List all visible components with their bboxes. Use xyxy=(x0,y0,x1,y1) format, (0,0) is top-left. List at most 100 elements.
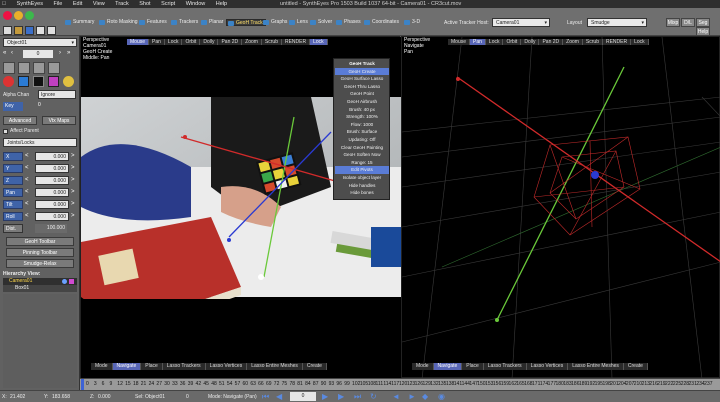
step-last-icon[interactable]: » xyxy=(67,50,70,56)
key-icon[interactable]: ◆ xyxy=(422,392,428,401)
smudge-relax-button[interactable]: Smudge-Relax xyxy=(6,259,74,268)
advanced-button[interactable]: Advanced xyxy=(3,116,37,125)
play-icon[interactable]: ▶ xyxy=(322,392,328,401)
step-forward-icon[interactable]: › xyxy=(59,50,61,56)
tab-pan2d[interactable]: Pan 2D xyxy=(539,39,564,45)
room-roto[interactable]: Roto Masking xyxy=(98,19,140,26)
menu-item-hide-bones[interactable]: Hide bones xyxy=(335,189,389,197)
decrease-icon[interactable]: < xyxy=(25,188,33,197)
menu-item-updating[interactable]: Updating: Off xyxy=(335,136,389,144)
alpha-channel-select[interactable]: Ignore xyxy=(38,90,76,99)
color-icon[interactable] xyxy=(48,76,59,87)
room-solver[interactable]: Solver xyxy=(309,19,334,26)
room-coordinates[interactable]: Coordinates xyxy=(363,19,401,26)
zoom-window-icon[interactable] xyxy=(25,11,34,20)
frame-value[interactable]: 0 xyxy=(23,50,53,58)
tab-render[interactable]: RENDER xyxy=(282,39,311,45)
menu-item-edit-pivots[interactable]: Edit Pivots xyxy=(335,166,389,174)
tree-item-box[interactable]: Box01 xyxy=(3,285,77,292)
tab-pan2d[interactable]: Pan 2D xyxy=(218,39,243,45)
tab-zoom[interactable]: Zoom xyxy=(242,39,262,45)
step-back-icon[interactable]: ‹ xyxy=(11,50,13,56)
menu-view[interactable]: View xyxy=(93,1,105,7)
mode-lasso-meshes[interactable]: Lasso Entire Meshes xyxy=(247,363,303,370)
mode-lasso-trackers[interactable]: Lasso Trackers xyxy=(163,363,206,370)
mode-navigate[interactable]: Navigate xyxy=(433,363,463,370)
object-select[interactable]: Object01 ▾ xyxy=(3,38,77,47)
menu-item-surface-lasso[interactable]: GeoH Surface Lasso xyxy=(335,75,389,83)
tab-mouse[interactable]: Mouse xyxy=(127,39,150,45)
seg-button[interactable]: Seg xyxy=(696,18,710,27)
menu-edit[interactable]: Edit xyxy=(73,1,82,7)
light-icon[interactable] xyxy=(63,76,74,87)
tab-scrub[interactable]: Scrub xyxy=(262,39,282,45)
tab-mouse[interactable]: Mouse xyxy=(448,39,471,45)
increase-icon[interactable]: > xyxy=(71,188,77,197)
menu-help[interactable]: Help xyxy=(216,1,227,7)
menu-item-brush-surface[interactable]: Brush: Surface xyxy=(335,128,389,136)
move-tool-icon[interactable] xyxy=(3,62,15,74)
playhead[interactable] xyxy=(81,379,84,390)
mode-lasso-trackers[interactable]: Lasso Trackers xyxy=(484,363,527,370)
key-prev-icon[interactable]: ◄ xyxy=(392,392,400,401)
mode-navigate[interactable]: Navigate xyxy=(112,363,142,370)
tab-dolly[interactable]: Dolly xyxy=(200,39,219,45)
increase-icon[interactable]: > xyxy=(71,152,77,161)
delete-icon[interactable] xyxy=(3,76,14,87)
current-frame-input[interactable]: 0 xyxy=(290,392,316,401)
axis-key[interactable]: Y xyxy=(3,164,23,173)
axis-key[interactable]: Z xyxy=(3,176,23,185)
new-file-icon[interactable] xyxy=(3,26,12,35)
axis-value[interactable]: 0.000 xyxy=(35,188,69,197)
pinning-toolbar-button[interactable]: Pinning Toolbar xyxy=(6,248,74,257)
increase-icon[interactable]: > xyxy=(71,164,77,173)
axis-key[interactable]: X xyxy=(3,152,23,161)
axis-value[interactable]: 0.000 xyxy=(35,164,69,173)
close-window-icon[interactable] xyxy=(3,11,12,20)
tab-lock[interactable]: Lock xyxy=(165,39,183,45)
mixp-button[interactable]: Mixp xyxy=(666,18,680,27)
key-button[interactable]: Key xyxy=(3,102,23,111)
tab-lock-2[interactable]: Lock xyxy=(631,39,649,45)
room-geotrack[interactable]: GeoH Track xyxy=(226,19,266,26)
minimize-window-icon[interactable] xyxy=(14,11,23,20)
room-phases[interactable]: Phases xyxy=(335,19,363,26)
affect-parent-checkbox[interactable] xyxy=(3,129,8,134)
decrease-icon[interactable]: < xyxy=(25,212,33,221)
tree-item-camera[interactable]: Camera01 xyxy=(3,278,77,285)
color-swatch-icon[interactable] xyxy=(69,279,74,284)
axis-key[interactable]: Roll xyxy=(3,212,23,221)
mode-create[interactable]: Create xyxy=(624,363,648,370)
tab-dolly[interactable]: Dolly xyxy=(521,39,540,45)
increase-icon[interactable]: > xyxy=(71,200,77,209)
menu-shot[interactable]: Shot xyxy=(139,1,150,7)
menu-item-clear-painting[interactable]: Clear GeoH Painting xyxy=(335,144,389,152)
go-start-icon[interactable]: ⏮ xyxy=(262,392,269,402)
mode-place[interactable]: Place xyxy=(462,363,484,370)
menu-file[interactable]: File xyxy=(53,1,62,7)
mode-lasso-vertices[interactable]: Lasso Vertices xyxy=(527,363,569,370)
step-forward-icon[interactable]: ▶ xyxy=(338,392,344,401)
decrease-icon[interactable]: < xyxy=(25,176,33,185)
axis-value[interactable]: 0.000 xyxy=(35,176,69,185)
decrease-icon[interactable]: < xyxy=(25,152,33,161)
menu-item-flow[interactable]: Flow: 1000 xyxy=(335,121,389,129)
room-planar[interactable]: Planar xyxy=(200,19,225,26)
visibility-icon[interactable] xyxy=(62,279,67,284)
timeline[interactable]: 0 3 6 9 12 15 18 21 24 27 30 33 36 39 42 45 48 51 54 57 60 63… xyxy=(80,378,720,390)
mode-place[interactable]: Place xyxy=(141,363,163,370)
menu-item-thru-lasso[interactable]: GeoH Thru Lasso xyxy=(335,83,389,91)
active-host-select[interactable]: Camera01 ▾ xyxy=(492,18,550,27)
step-first-icon[interactable]: « xyxy=(3,50,6,56)
mode-create[interactable]: Create xyxy=(303,363,327,370)
increase-icon[interactable]: > xyxy=(71,176,77,185)
tab-lock-2[interactable]: Lock xyxy=(310,39,328,45)
mesh-icon[interactable] xyxy=(33,76,44,87)
menu-item-isolate-layer[interactable]: Isolate object layer xyxy=(335,174,389,182)
vtx-maps-button[interactable]: Vtx Maps xyxy=(42,116,76,125)
open-folder-icon[interactable] xyxy=(14,26,23,35)
undo-icon[interactable] xyxy=(36,26,45,35)
rotate-tool-icon[interactable] xyxy=(18,62,30,74)
axis-value[interactable]: 0.000 xyxy=(35,152,69,161)
tab-orbit[interactable]: Orbit xyxy=(182,39,201,45)
